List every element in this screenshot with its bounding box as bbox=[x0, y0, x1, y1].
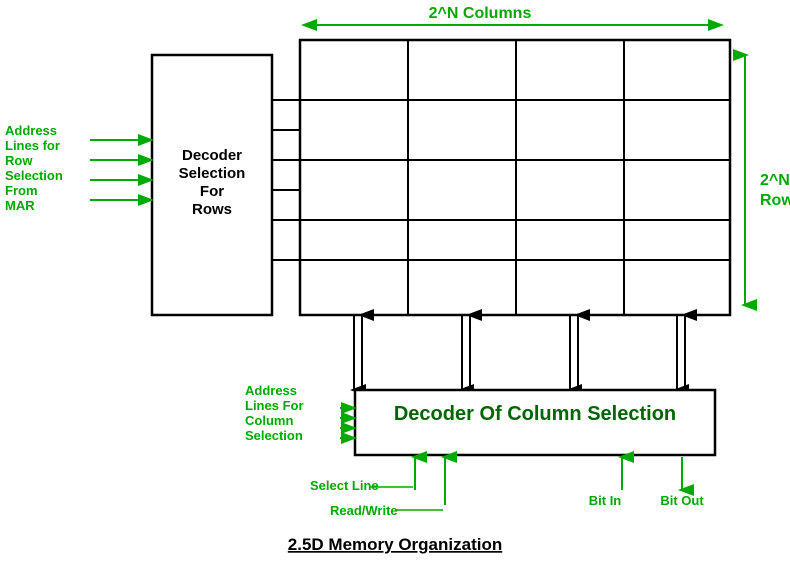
address-rows-line4: Selection bbox=[5, 168, 63, 183]
addr-col-line3: Column bbox=[245, 413, 293, 428]
bit-out-label: Bit Out bbox=[660, 493, 704, 508]
rows-label2: Rows bbox=[760, 192, 790, 209]
decoder-rows-line2: Selection bbox=[179, 165, 246, 182]
rows-label: 2^N bbox=[760, 172, 790, 189]
address-rows-line1: Address bbox=[5, 123, 57, 138]
read-write-label: Read/Write bbox=[330, 503, 398, 518]
addr-col-line4: Selection bbox=[245, 428, 303, 443]
address-rows-line6: MAR bbox=[5, 198, 35, 213]
address-rows-line3: Row bbox=[5, 153, 33, 168]
addr-col-line1: Address bbox=[245, 383, 297, 398]
main-title: 2.5D Memory Organization bbox=[288, 535, 502, 554]
decoder-rows-line1: Decoder bbox=[182, 147, 242, 164]
bit-in-label: Bit In bbox=[589, 493, 622, 508]
select-line-label: Select Line bbox=[310, 478, 379, 493]
decoder-rows-line3: For bbox=[200, 183, 224, 200]
decoder-cols-label: Decoder Of Column Selection bbox=[394, 403, 676, 425]
columns-label: 2^N Columns bbox=[429, 5, 532, 22]
address-rows-line5: From bbox=[5, 183, 38, 198]
decoder-rows-line4: Rows bbox=[192, 201, 232, 218]
address-rows-line2: Lines for bbox=[5, 138, 60, 153]
addr-col-line2: Lines For bbox=[245, 398, 304, 413]
